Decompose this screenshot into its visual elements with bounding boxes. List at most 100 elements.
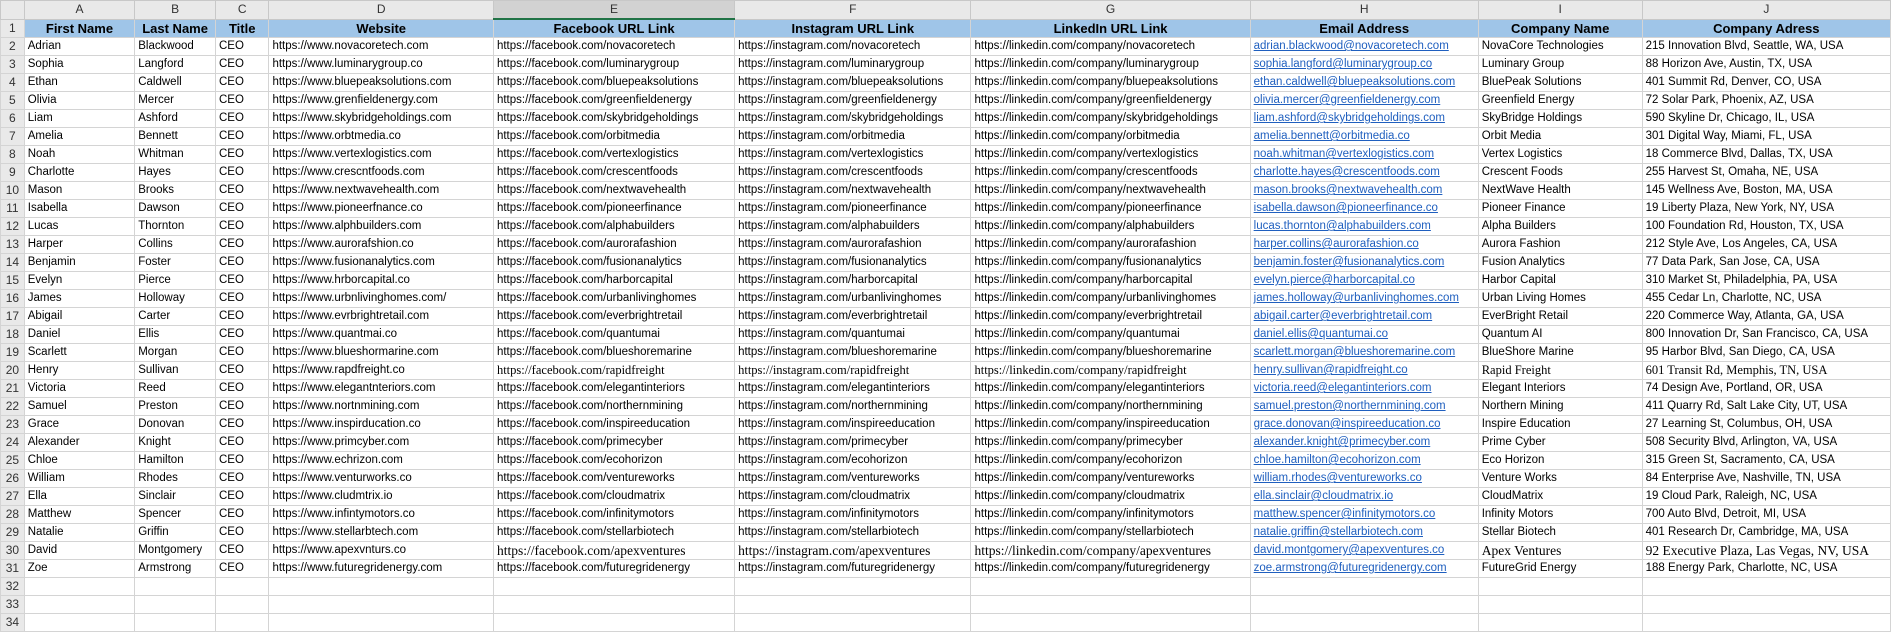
cell-company-name[interactable]: Luminary Group <box>1477 55 1643 74</box>
empty-cell[interactable] <box>1641 595 1891 614</box>
cell-instagram[interactable]: https://instagram.com/pioneerfinance <box>734 199 972 218</box>
cell-company-address[interactable]: 508 Security Blvd, Arlington, VA, USA <box>1641 433 1891 452</box>
cell-facebook[interactable]: https://facebook.com/urbanlivinghomes <box>492 289 736 308</box>
cell-website[interactable]: https://www.grenfieldenergy.com <box>268 91 494 110</box>
cell-website[interactable]: https://www.rapdfreight.co <box>268 361 494 380</box>
cell-company-name[interactable]: Apex Ventures <box>1477 541 1643 560</box>
row-number[interactable]: 14 <box>0 253 25 272</box>
cell-linkedin[interactable]: https://linkedin.com/company/quantumai <box>970 325 1251 344</box>
cell-company-address[interactable]: 19 Liberty Plaza, New York, NY, USA <box>1641 199 1891 218</box>
cell-company-address[interactable]: 188 Energy Park, Charlotte, NC, USA <box>1641 559 1891 578</box>
cell-email[interactable]: samuel.preston@northernmining.com <box>1249 397 1479 416</box>
cell-email[interactable]: natalie.griffin@stellarbiotech.com <box>1249 523 1479 542</box>
cell-first-name[interactable]: Ella <box>23 487 136 506</box>
cell-company-name[interactable]: NovaCore Technologies <box>1477 37 1643 56</box>
cell-first-name[interactable]: Henry <box>23 361 136 380</box>
cell-title[interactable]: CEO <box>214 91 270 110</box>
empty-cell[interactable] <box>134 613 216 632</box>
cell-company-address[interactable]: 212 Style Ave, Los Angeles, CA, USA <box>1641 235 1891 254</box>
cell-first-name[interactable]: Natalie <box>23 523 136 542</box>
cell-email[interactable]: noah.whitman@vertexlogistics.com <box>1249 145 1479 164</box>
row-number[interactable]: 12 <box>0 217 25 236</box>
row-number[interactable]: 5 <box>0 91 25 110</box>
cell-email[interactable]: scarlett.morgan@blueshoremarine.com <box>1249 343 1479 362</box>
cell-last-name[interactable]: Hamilton <box>134 451 216 470</box>
cell-first-name[interactable]: Charlotte <box>23 163 136 182</box>
empty-cell[interactable] <box>268 577 494 596</box>
cell-email[interactable]: victoria.reed@elegantinteriors.com <box>1249 379 1479 398</box>
cell-website[interactable]: https://www.quantmai.co <box>268 325 494 344</box>
header-company-address[interactable]: Company Adress <box>1641 18 1891 38</box>
empty-cell[interactable] <box>268 613 494 632</box>
cell-facebook[interactable]: https://facebook.com/nextwavehealth <box>492 181 736 200</box>
cell-title[interactable]: CEO <box>214 163 270 182</box>
header-website[interactable]: Website <box>268 18 494 38</box>
cell-instagram[interactable]: https://instagram.com/everbrightretail <box>734 307 972 326</box>
cell-title[interactable]: CEO <box>214 127 270 146</box>
cell-linkedin[interactable]: https://linkedin.com/company/cloudmatrix <box>970 487 1251 506</box>
empty-cell[interactable] <box>734 595 972 614</box>
cell-last-name[interactable]: Sinclair <box>134 487 216 506</box>
cell-facebook[interactable]: https://facebook.com/harborcapital <box>492 271 736 290</box>
empty-cell[interactable] <box>492 595 736 614</box>
cell-website[interactable]: https://www.stellarbtech.com <box>268 523 494 542</box>
cell-website[interactable]: https://www.orbtmedia.co <box>268 127 494 146</box>
cell-last-name[interactable]: Knight <box>134 433 216 452</box>
cell-email[interactable]: david.montgomery@apexventures.co <box>1249 541 1479 560</box>
cell-last-name[interactable]: Langford <box>134 55 216 74</box>
cell-linkedin[interactable]: https://linkedin.com/company/bluepeaksol… <box>970 73 1251 92</box>
empty-cell[interactable] <box>1641 577 1891 596</box>
column-header-a[interactable]: A <box>23 0 136 20</box>
cell-title[interactable]: CEO <box>214 145 270 164</box>
cell-first-name[interactable]: Lucas <box>23 217 136 236</box>
cell-last-name[interactable]: Collins <box>134 235 216 254</box>
cell-company-name[interactable]: Greenfield Energy <box>1477 91 1643 110</box>
cell-instagram[interactable]: https://instagram.com/nextwavehealth <box>734 181 972 200</box>
cell-last-name[interactable]: Reed <box>134 379 216 398</box>
cell-linkedin[interactable]: https://linkedin.com/company/futuregride… <box>970 559 1251 578</box>
row-number[interactable]: 30 <box>0 541 25 560</box>
cell-title[interactable]: CEO <box>214 73 270 92</box>
cell-company-address[interactable]: 310 Market St, Philadelphia, PA, USA <box>1641 271 1891 290</box>
row-number[interactable]: 1 <box>0 18 25 38</box>
cell-last-name[interactable]: Preston <box>134 397 216 416</box>
cell-last-name[interactable]: Griffin <box>134 523 216 542</box>
cell-title[interactable]: CEO <box>214 541 270 560</box>
cell-facebook[interactable]: https://facebook.com/futuregridenergy <box>492 559 736 578</box>
cell-last-name[interactable]: Hayes <box>134 163 216 182</box>
cell-title[interactable]: CEO <box>214 289 270 308</box>
cell-instagram[interactable]: https://instagram.com/rapidfreight <box>734 361 972 380</box>
cell-title[interactable]: CEO <box>214 235 270 254</box>
cell-facebook[interactable]: https://facebook.com/bluepeaksolutions <box>492 73 736 92</box>
cell-facebook[interactable]: https://facebook.com/elegantinteriors <box>492 379 736 398</box>
cell-email[interactable]: grace.donovan@inspireeducation.co <box>1249 415 1479 434</box>
cell-email[interactable]: abigail.carter@everbrightretail.com <box>1249 307 1479 326</box>
cell-company-address[interactable]: 88 Horizon Ave, Austin, TX, USA <box>1641 55 1891 74</box>
cell-company-name[interactable]: Venture Works <box>1477 469 1643 488</box>
cell-title[interactable]: CEO <box>214 415 270 434</box>
empty-cell[interactable] <box>134 595 216 614</box>
cell-email[interactable]: daniel.ellis@quantumai.co <box>1249 325 1479 344</box>
cell-first-name[interactable]: Matthew <box>23 505 136 524</box>
cell-last-name[interactable]: Montgomery <box>134 541 216 560</box>
cell-company-address[interactable]: 301 Digital Way, Miami, FL, USA <box>1641 127 1891 146</box>
cell-company-address[interactable]: 590 Skyline Dr, Chicago, IL, USA <box>1641 109 1891 128</box>
cell-website[interactable]: https://www.apexvnturs.co <box>268 541 494 560</box>
cell-instagram[interactable]: https://instagram.com/futuregridenergy <box>734 559 972 578</box>
cell-website[interactable]: https://www.crescntfoods.com <box>268 163 494 182</box>
cell-instagram[interactable]: https://instagram.com/cloudmatrix <box>734 487 972 506</box>
cell-email[interactable]: benjamin.foster@fusionanalytics.com <box>1249 253 1479 272</box>
row-number[interactable]: 22 <box>0 397 25 416</box>
cell-company-address[interactable]: 401 Research Dr, Cambridge, MA, USA <box>1641 523 1891 542</box>
cell-website[interactable]: https://www.hrborcapital.co <box>268 271 494 290</box>
cell-linkedin[interactable]: https://linkedin.com/company/everbrightr… <box>970 307 1251 326</box>
cell-website[interactable]: https://www.luminarygroup.co <box>268 55 494 74</box>
cell-website[interactable]: https://www.vertexlogistics.com <box>268 145 494 164</box>
cell-company-name[interactable]: EverBright Retail <box>1477 307 1643 326</box>
empty-cell[interactable] <box>1249 613 1479 632</box>
row-number[interactable]: 25 <box>0 451 25 470</box>
empty-cell[interactable] <box>1477 613 1643 632</box>
cell-company-address[interactable]: 315 Green St, Sacramento, CA, USA <box>1641 451 1891 470</box>
cell-title[interactable]: CEO <box>214 469 270 488</box>
column-header-d[interactable]: D <box>268 0 494 20</box>
